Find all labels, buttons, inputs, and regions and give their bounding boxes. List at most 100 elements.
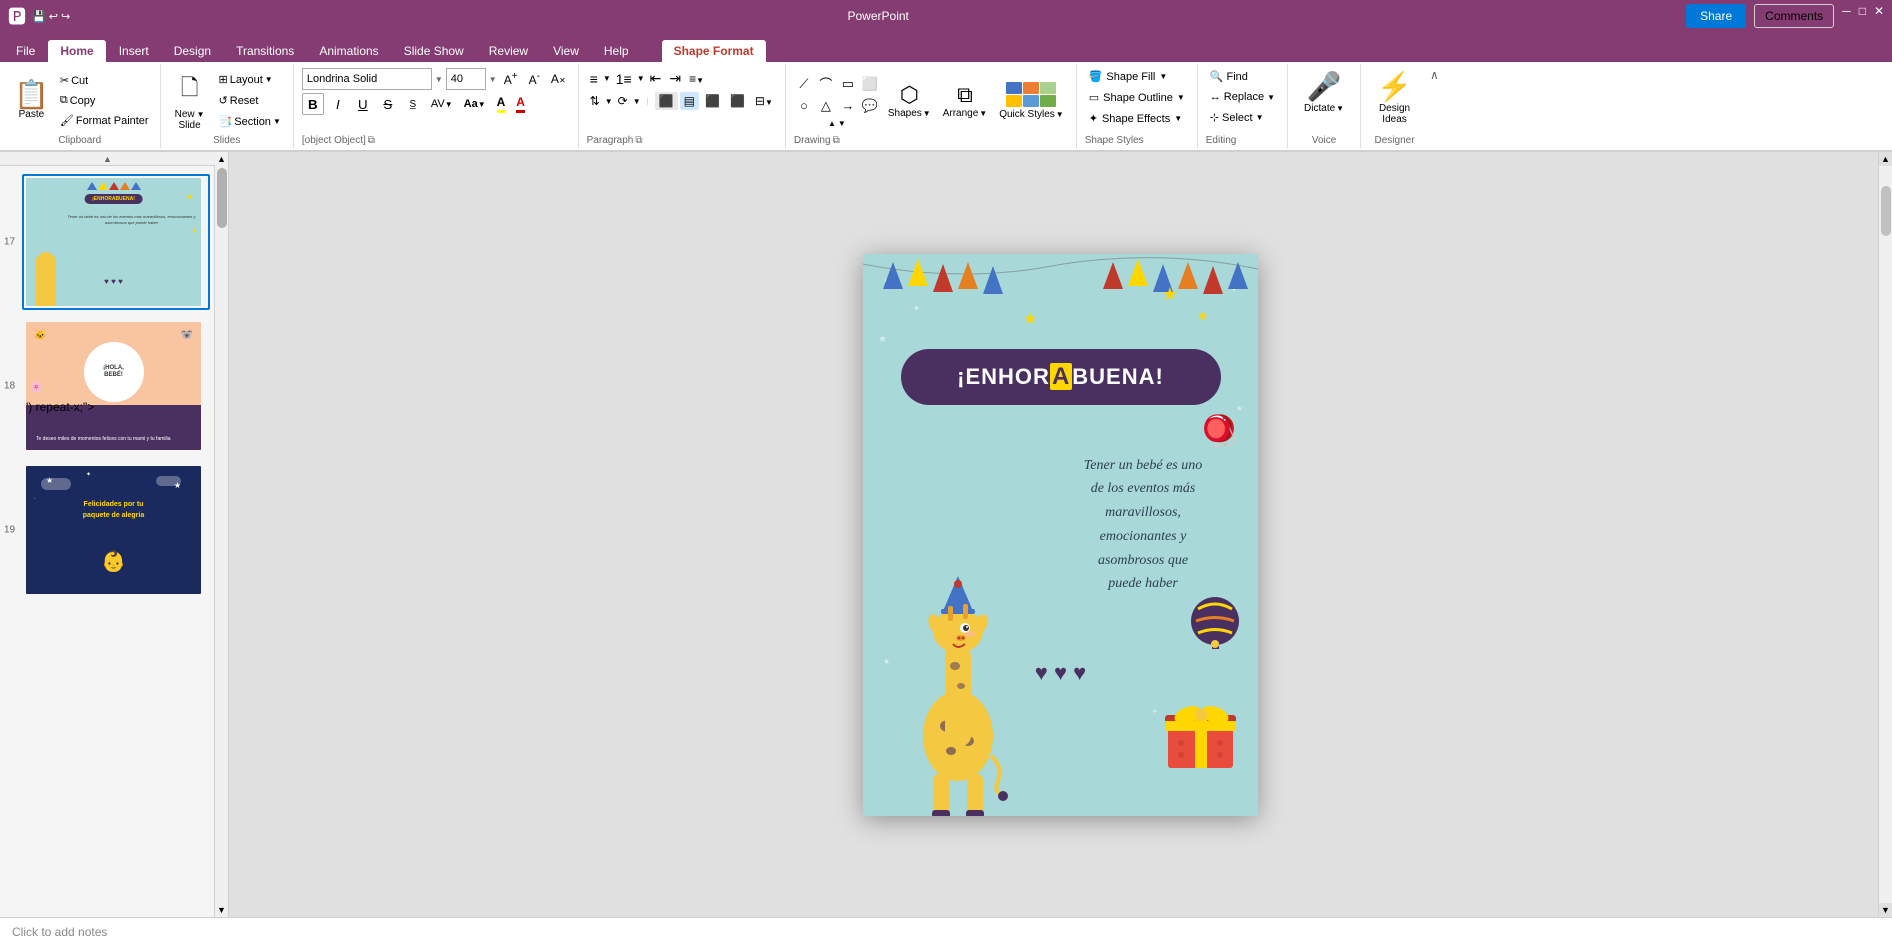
slide-thumbnail-19[interactable]: ★ ✦ ★ · Felicidades por tu paquete de al… [22, 462, 210, 598]
layout-button[interactable]: ⊞ Layout ▼ [215, 71, 285, 88]
shadow-button[interactable]: S̲ [402, 93, 424, 115]
copy-button[interactable]: ⧉ Copy [57, 92, 152, 109]
change-case-button[interactable]: Aa▼ [460, 96, 490, 112]
share-button[interactable]: Share [1686, 4, 1746, 28]
section-button[interactable]: 📑 Section ▼ [215, 113, 285, 130]
drawing-dialog-button[interactable]: ⧉ [833, 135, 840, 146]
arrange-button[interactable]: ⧉ Arrange ▼ [939, 80, 992, 121]
strikethrough-button[interactable]: S [377, 93, 399, 115]
tab-home[interactable]: Home [48, 40, 105, 62]
justify-button[interactable]: ⬛ [726, 92, 749, 110]
convert-to-smartart-button[interactable]: ⟳ [615, 92, 631, 110]
shape-rounded-rect[interactable]: ⬜ [860, 74, 880, 94]
align-right-button[interactable]: ⬛ [701, 92, 724, 110]
shape-styles-label: Shape Styles [1085, 135, 1189, 146]
close-button[interactable]: ✕ [1874, 4, 1884, 28]
shape-fill-button[interactable]: 🪣 Shape Fill ▼ [1085, 68, 1189, 85]
scroll-up-button[interactable]: ▲ [0, 152, 215, 166]
slide-panel: 17 ¡ENHORABUENA! [0, 166, 215, 917]
shape-rect[interactable]: ▭ [838, 74, 858, 94]
arrange-icon: ⧉ [957, 82, 973, 108]
reset-button[interactable]: ↺ Reset [215, 92, 285, 109]
layout-icon: ⊞ [219, 73, 228, 86]
font-color-button[interactable]: A [512, 93, 529, 115]
bold-button[interactable]: B [302, 93, 324, 115]
ribbon-collapse[interactable]: ∧ [1428, 64, 1441, 148]
tab-design[interactable]: Design [162, 40, 223, 62]
decrease-indent-button[interactable]: ⇤ [647, 68, 665, 89]
tab-view[interactable]: View [541, 40, 591, 62]
shape-effects-button[interactable]: ✦ Shape Effects ▼ [1085, 110, 1189, 127]
collapse-icon[interactable]: ∧ [1430, 68, 1439, 82]
minimize-button[interactable]: ─ [1842, 4, 1851, 28]
window-controls[interactable]: Share Comments ─ □ ✕ [1686, 4, 1884, 28]
columns-button[interactable]: ⊟▼ [751, 92, 777, 110]
slide-scroll-down[interactable]: ▼ [215, 903, 229, 917]
underline-button[interactable]: U [352, 93, 374, 115]
slide-thumbnail-18[interactable]: ¡HOLA,BEBÉ! 🐱 🐨 🌸 Te deseo miles de mome… [22, 318, 210, 454]
format-painter-button[interactable]: 🖌 Format Painter [57, 112, 152, 129]
shape-line[interactable]: ⟋ [794, 74, 814, 94]
increase-font-button[interactable]: A+ [500, 69, 522, 89]
gift-decoration [1163, 693, 1238, 776]
font-family-dropdown[interactable]: ▼ [435, 75, 443, 84]
text-direction-button[interactable]: ⇅ [587, 92, 603, 110]
italic-button[interactable]: I [327, 93, 349, 115]
clear-format-button[interactable]: A✕ [547, 70, 570, 88]
canvas-scroll-thumb[interactable] [1881, 186, 1891, 236]
slide-scroll-thumb[interactable] [217, 168, 227, 228]
paragraph-dialog-button[interactable]: ⧉ [635, 135, 642, 146]
new-slide-button[interactable]: 🗋 New ▼ Slide [169, 69, 211, 133]
tab-transitions[interactable]: Transitions [224, 40, 306, 62]
font-family-input[interactable] [302, 68, 432, 90]
bullets-button[interactable]: ≡ [587, 69, 601, 89]
canvas-scroll-down[interactable]: ▼ [1879, 903, 1892, 917]
slide-title-banner[interactable]: ¡ENHORABUENA! [901, 349, 1221, 405]
cut-button[interactable]: ✂ Cut [57, 72, 152, 89]
character-spacing-button[interactable]: AV▼ [427, 96, 457, 112]
shape-curve[interactable]: ⌒ [816, 74, 836, 94]
paste-button[interactable]: 📋 Paste [8, 79, 55, 122]
tab-help[interactable]: Help [592, 40, 641, 62]
align-left-button[interactable]: ⬛ [655, 92, 678, 110]
font-size-input[interactable] [446, 68, 486, 90]
replace-button[interactable]: ↔ Replace ▼ [1206, 89, 1279, 105]
shape-outline-button[interactable]: ▭ Shape Outline ▼ [1085, 89, 1189, 106]
font-dialog-button[interactable]: ⧉ [368, 135, 375, 146]
tab-insert[interactable]: Insert [107, 40, 161, 62]
tab-animations[interactable]: Animations [307, 40, 390, 62]
new-slide-icon: 🗋 [181, 71, 199, 109]
find-button[interactable]: 🔍 Find [1206, 68, 1279, 85]
shapes-dropdown-btn[interactable]: ▲ [828, 119, 836, 128]
canvas-v-scrollbar: ▲ ▼ [1878, 152, 1892, 917]
comments-button[interactable]: Comments [1754, 4, 1834, 28]
tab-review[interactable]: Review [477, 40, 540, 62]
font-size-dropdown[interactable]: ▼ [489, 75, 497, 84]
slide-body-text[interactable]: Tener un bebé es unode los eventos másma… [1058, 454, 1228, 597]
notes-bar[interactable]: Click to add notes [0, 917, 1892, 945]
main-slide[interactable]: ★ ✦ ★ ✦ ★ ★ ✦ ★ [863, 254, 1258, 816]
maximize-button[interactable]: □ [1859, 4, 1866, 28]
canvas-scroll-up[interactable]: ▲ [1879, 152, 1892, 166]
tab-shape-format[interactable]: Shape Format [662, 40, 766, 62]
shape-circle[interactable]: ○ [794, 96, 814, 116]
slide-scroll-up[interactable]: ▲ [215, 152, 229, 166]
increase-indent-button[interactable]: ⇥ [666, 68, 684, 89]
ribbon-content: 📋 Paste ✂ Cut ⧉ Copy 🖌 Format Painter Cl… [0, 62, 1892, 152]
font-color-highlight-button[interactable]: A [493, 93, 510, 115]
dictate-button[interactable]: 🎤 Dictate ▼ [1296, 68, 1352, 133]
design-ideas-button[interactable]: ⚡ Design Ideas [1369, 68, 1420, 133]
tab-slideshow[interactable]: Slide Show [392, 40, 476, 62]
tab-file[interactable]: File [4, 40, 47, 62]
select-button[interactable]: ⊹ Select ▼ [1206, 109, 1279, 126]
line-spacing-button[interactable]: ≡▼ [686, 70, 707, 88]
shape-callout[interactable]: 💬 [860, 96, 880, 116]
quick-styles-button[interactable]: Quick Styles ▼ [995, 80, 1068, 122]
numbering-button[interactable]: 1≡ [613, 69, 635, 89]
shape-arrow[interactable]: → [838, 96, 858, 116]
align-center-button[interactable]: ▤ [680, 92, 699, 110]
shapes-button[interactable]: ⬡ Shapes ▼ [884, 80, 935, 121]
decrease-font-button[interactable]: A- [525, 69, 544, 89]
shape-triangle[interactable]: △ [816, 96, 836, 116]
slide-thumbnail-17[interactable]: ¡ENHORABUENA! Tener un bebé es uno de lo… [22, 174, 210, 310]
